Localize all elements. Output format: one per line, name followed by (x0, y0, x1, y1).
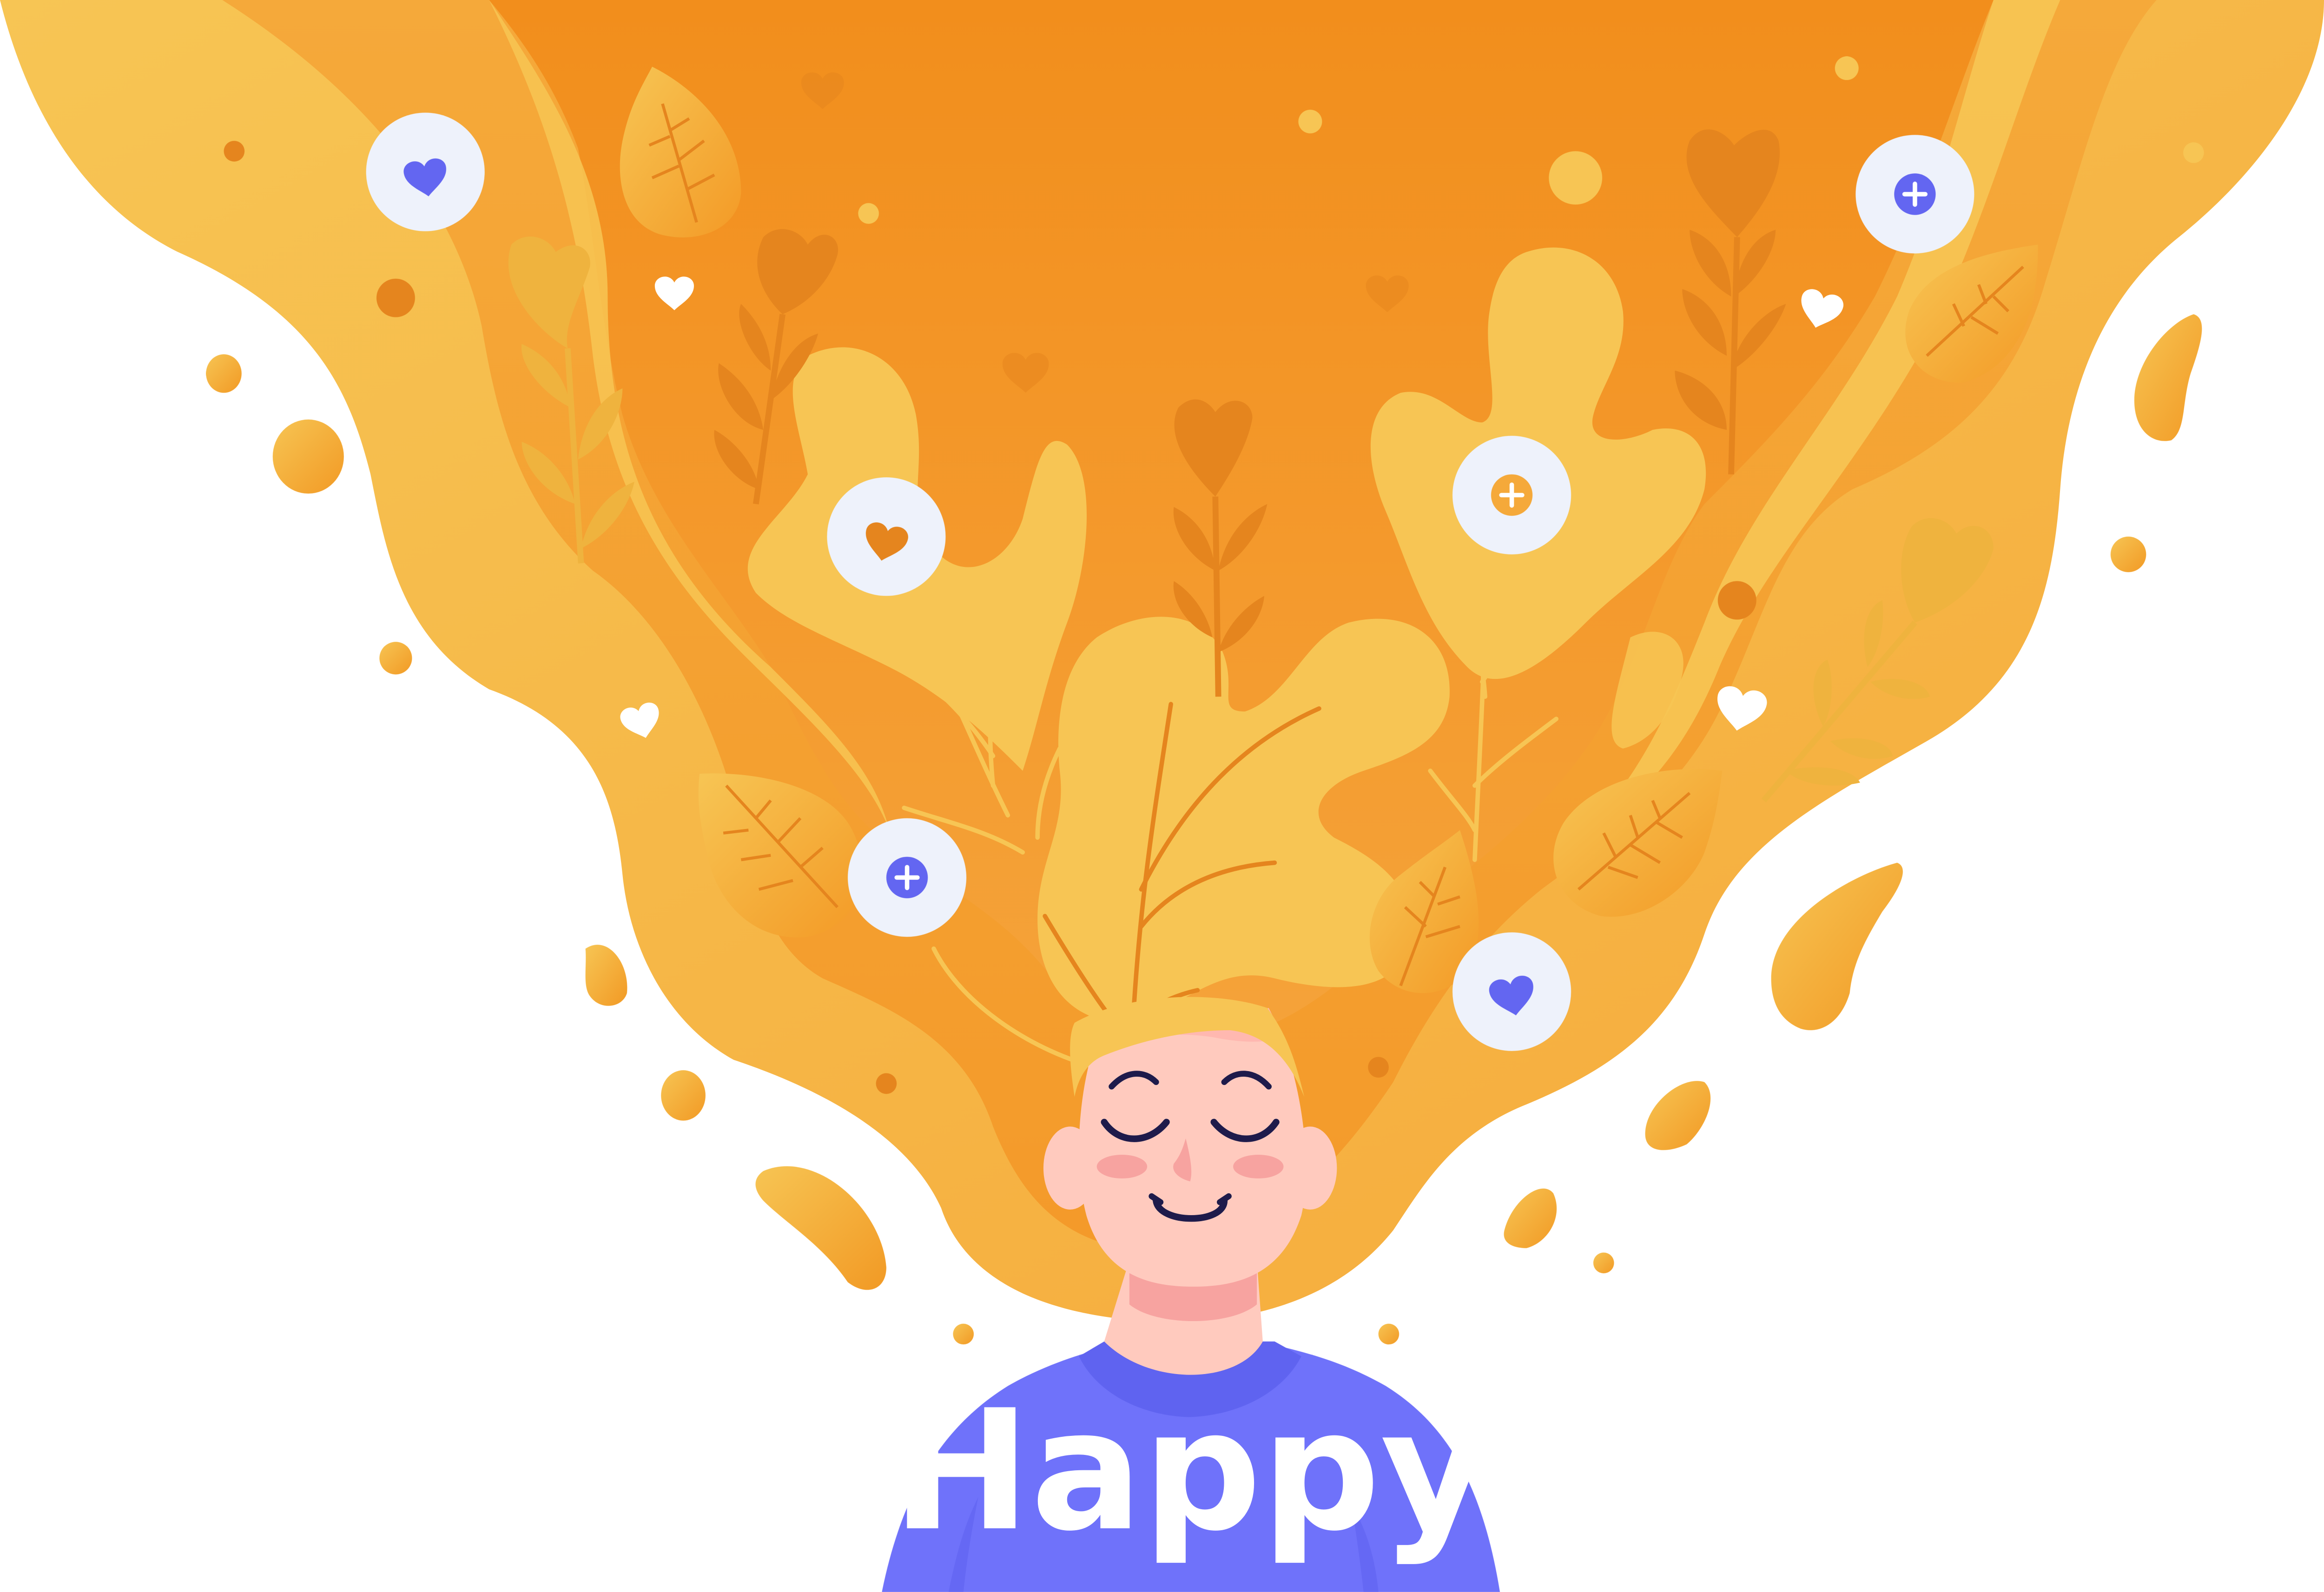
plus-bubble-icon (1855, 135, 1974, 254)
heart-bubble-icon (1452, 932, 1571, 1051)
plus-bubble-icon (847, 818, 967, 937)
right-blush (1233, 1154, 1284, 1179)
left-blush (1096, 1154, 1148, 1179)
happy-illustration: Happy (0, 0, 2324, 1592)
plus-bubble-icon (1452, 435, 1571, 555)
shirt-text: Happy (892, 1375, 1489, 1568)
heart-bubble-icon (827, 477, 946, 596)
heart-bubble-icon (366, 112, 485, 231)
